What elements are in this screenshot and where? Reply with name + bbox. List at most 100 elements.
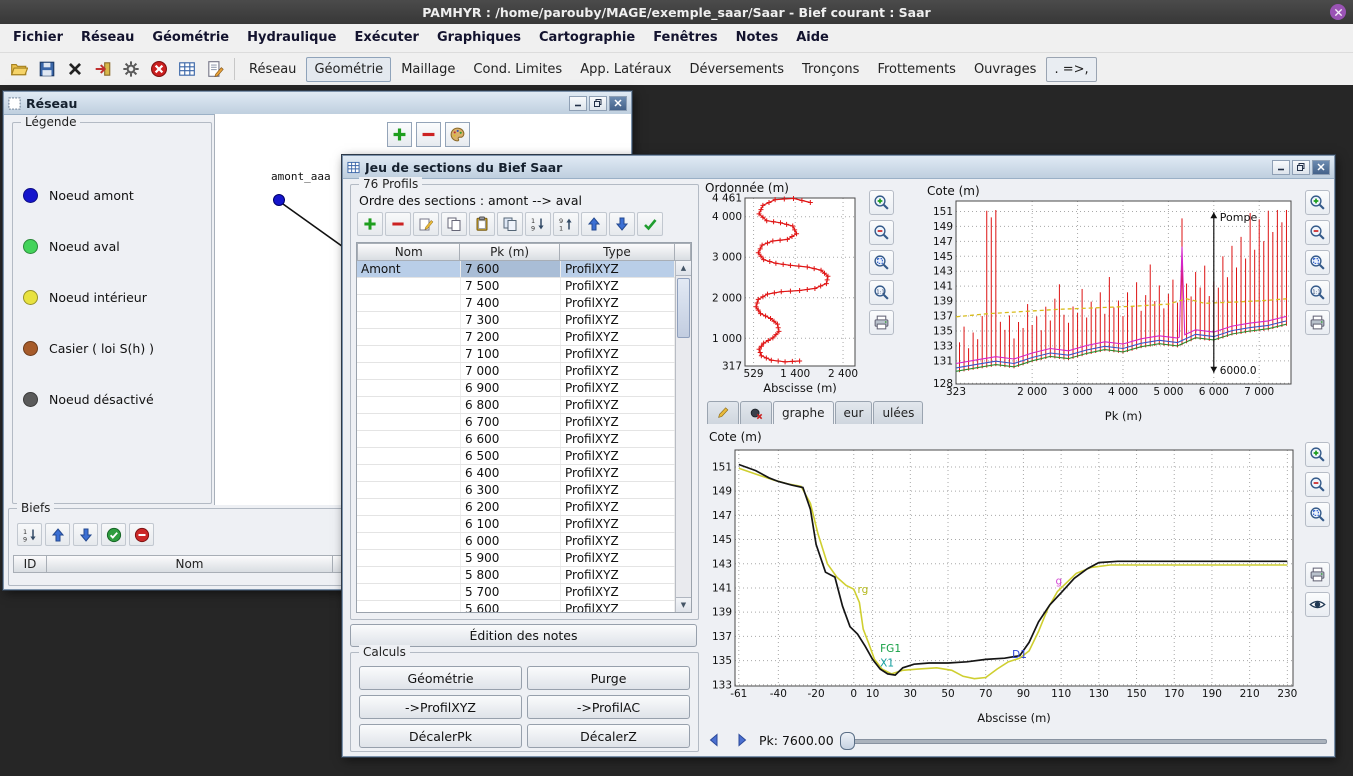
edit-notes-button[interactable]: Édition des notes — [350, 624, 697, 647]
open-icon[interactable] — [6, 56, 32, 82]
profile-row[interactable]: 5 900ProfilXYZ — [357, 550, 675, 567]
profile-pk-cell[interactable]: 6 100 — [461, 516, 561, 532]
sort-asc-icon[interactable]: 91 — [553, 212, 579, 236]
profile-name-cell[interactable] — [357, 414, 461, 430]
profile-pk-cell[interactable]: 5 800 — [461, 567, 561, 583]
pk-slider-handle[interactable] — [840, 732, 855, 750]
profile-row[interactable]: 6 700ProfilXYZ — [357, 414, 675, 431]
cross-section-plot[interactable]: -61-40-200103050709011013015017019021023… — [703, 440, 1303, 732]
profile-type-cell[interactable]: ProfilXYZ — [561, 363, 675, 379]
profile-type-cell[interactable]: ProfilXYZ — [561, 567, 675, 583]
sort-desc-icon[interactable]: 19 — [525, 212, 551, 236]
reseau-window-titlebar[interactable]: Réseau — [4, 92, 631, 115]
tab-ink-x-icon[interactable] — [740, 401, 772, 424]
profile-pk-cell[interactable]: 5 600 — [461, 601, 561, 612]
profile-pk-cell[interactable]: 6 200 — [461, 499, 561, 515]
profile-name-cell[interactable] — [357, 346, 461, 362]
menu-cartographie[interactable]: Cartographie — [530, 24, 644, 52]
zoom-select-icon[interactable] — [1305, 502, 1330, 527]
zoom-select-icon[interactable] — [869, 250, 894, 275]
menu-geometrie[interactable]: Géométrie — [143, 24, 238, 52]
add-icon[interactable] — [387, 122, 412, 147]
profile-type-cell[interactable]: ProfilXYZ — [561, 584, 675, 600]
sections-window-titlebar[interactable]: Jeu de sections du Bief Saar — [343, 156, 1334, 179]
profile-name-cell[interactable] — [357, 482, 461, 498]
profile-row[interactable]: 7 100ProfilXYZ — [357, 346, 675, 363]
profile-row[interactable]: 6 400ProfilXYZ — [357, 465, 675, 482]
profile-type-cell[interactable]: ProfilXYZ — [561, 261, 675, 277]
profile-pk-cell[interactable]: 6 600 — [461, 431, 561, 447]
profile-pk-cell[interactable]: 7 300 — [461, 312, 561, 328]
zoom-original-icon[interactable]: 1:1 — [869, 280, 894, 305]
profile-row[interactable]: 6 000ProfilXYZ — [357, 533, 675, 550]
column-header-type[interactable]: Type — [560, 243, 675, 261]
toolbar-button-troncons[interactable]: Tronçons — [794, 57, 867, 82]
menu-hydraulique[interactable]: Hydraulique — [238, 24, 345, 52]
menu-fenetres[interactable]: Fenêtres — [644, 24, 726, 52]
profile-row[interactable]: 6 900ProfilXYZ — [357, 380, 675, 397]
profile-type-cell[interactable]: ProfilXYZ — [561, 550, 675, 566]
tab-pencil-tab-icon[interactable] — [707, 401, 739, 424]
close-icon[interactable] — [1312, 160, 1330, 175]
table-scrollbar[interactable]: ▲ ▼ — [675, 261, 691, 612]
profile-type-cell[interactable]: ProfilXYZ — [561, 465, 675, 481]
profile-type-cell[interactable]: ProfilXYZ — [561, 516, 675, 532]
menu-notes[interactable]: Notes — [727, 24, 788, 52]
notes-icon[interactable] — [202, 56, 228, 82]
profile-pk-cell[interactable]: 5 900 — [461, 550, 561, 566]
close-icon[interactable] — [609, 96, 627, 111]
profile-row[interactable]: 7 000ProfilXYZ — [357, 363, 675, 380]
previous-section-button[interactable] — [703, 730, 725, 750]
profile-name-cell[interactable] — [357, 363, 461, 379]
column-header-nom[interactable]: Nom — [357, 243, 460, 261]
zoom-in-icon[interactable] — [1305, 190, 1330, 215]
profile-row[interactable]: 7 400ProfilXYZ — [357, 295, 675, 312]
table-icon[interactable] — [174, 56, 200, 82]
profile-name-cell[interactable] — [357, 601, 461, 612]
plan-view-plot[interactable]: 5291 4002 4004 4614 0003 0002 0001 00031… — [703, 192, 863, 402]
toolbar-button-geometrie[interactable]: Géométrie — [306, 57, 391, 82]
profile-row[interactable]: 7 500ProfilXYZ — [357, 278, 675, 295]
toolbar-button-maillage[interactable]: Maillage — [393, 57, 463, 82]
profile-name-cell[interactable] — [357, 329, 461, 345]
zoom-out-icon[interactable] — [1305, 472, 1330, 497]
pk-slider-track[interactable] — [840, 739, 1327, 744]
profile-type-cell[interactable]: ProfilXYZ — [561, 278, 675, 294]
edit-icon[interactable] — [413, 212, 439, 236]
column-header-pk-m[interactable]: Pk (m) — [460, 243, 559, 261]
profile-pk-cell[interactable]: 7 200 — [461, 329, 561, 345]
profile-type-cell[interactable]: ProfilXYZ — [561, 397, 675, 413]
zoom-select-icon[interactable] — [1305, 250, 1330, 275]
toolbar-button-item[interactable]: . =>, — [1046, 57, 1096, 82]
profile-pk-cell[interactable]: 6 000 — [461, 533, 561, 549]
profile-pk-cell[interactable]: 7 600 — [461, 261, 561, 277]
profile-type-cell[interactable]: ProfilXYZ — [561, 431, 675, 447]
menu-executer[interactable]: Exécuter — [345, 24, 428, 52]
profile-pk-cell[interactable]: 6 700 — [461, 414, 561, 430]
next-section-button[interactable] — [731, 730, 753, 750]
profile-name-cell[interactable] — [357, 312, 461, 328]
print-icon[interactable] — [1305, 310, 1330, 335]
print-icon[interactable] — [869, 310, 894, 335]
profile-pk-cell[interactable]: 6 500 — [461, 448, 561, 464]
profile-type-cell[interactable]: ProfilXYZ — [561, 295, 675, 311]
profile-pk-cell[interactable]: 5 700 — [461, 584, 561, 600]
profile-pk-cell[interactable]: 6 900 — [461, 380, 561, 396]
calc-button-decalerpk[interactable]: DécalerPk — [359, 724, 522, 748]
pk-slider[interactable] — [840, 730, 1331, 750]
upstream-node[interactable] — [274, 195, 285, 206]
calc-button-geometrie[interactable]: Géométrie — [359, 666, 522, 690]
calc-button-purge[interactable]: Purge — [527, 666, 690, 690]
menu-aide[interactable]: Aide — [787, 24, 838, 52]
import-icon[interactable] — [90, 56, 116, 82]
remove-icon[interactable] — [416, 122, 441, 147]
minus-circle-icon[interactable] — [129, 523, 154, 546]
restore-icon[interactable] — [1292, 160, 1310, 175]
calc-button-decalerz[interactable]: DécalerZ — [527, 724, 690, 748]
profile-name-cell[interactable] — [357, 295, 461, 311]
profile-row[interactable]: 5 600ProfilXYZ — [357, 601, 675, 612]
profile-row[interactable]: 6 100ProfilXYZ — [357, 516, 675, 533]
apply-icon[interactable] — [637, 212, 663, 236]
profile-row[interactable]: 7 300ProfilXYZ — [357, 312, 675, 329]
profile-type-cell[interactable]: ProfilXYZ — [561, 448, 675, 464]
